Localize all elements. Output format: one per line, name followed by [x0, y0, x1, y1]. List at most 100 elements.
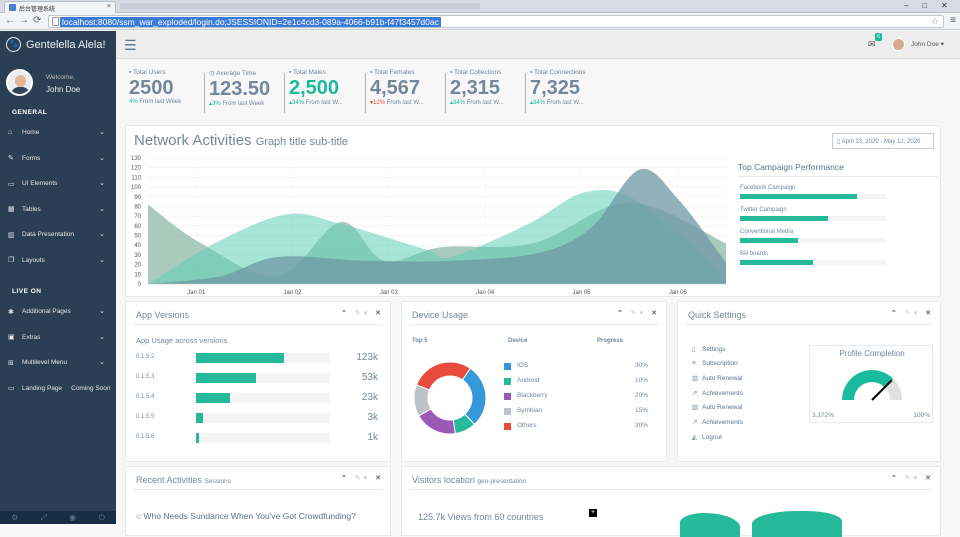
- top-navigation: ☰ ✉ 6 John Doe ▾: [116, 31, 960, 59]
- sidebar-item-landing-page[interactable]: ▭ Landing Page Coming Soon: [0, 376, 116, 402]
- close-window-icon[interactable]: ✕: [941, 1, 948, 10]
- quick-setting-auto-renewal[interactable]: ▥ Auto Renewal: [692, 374, 742, 382]
- campaign-progress: [740, 216, 886, 221]
- maximize-icon[interactable]: □: [922, 1, 927, 10]
- sidebar-item-tables[interactable]: ▦ Tables ⌄: [0, 197, 116, 223]
- sidebar-item-layouts[interactable]: ❐ Layouts ⌄: [0, 248, 116, 274]
- envelope-icon[interactable]: ✉: [868, 39, 876, 50]
- profile-completion: Profile Completion 3,172% 100%: [809, 345, 933, 423]
- stat-sub-text: From last Week: [139, 99, 182, 105]
- quick-settings-panel: Quick Settings ⌃ ✎▾ ✕ Profile Completion…: [677, 301, 941, 462]
- device-name: Others: [517, 422, 537, 429]
- sidebar-item-ui-elements[interactable]: ▭ UI Elements ⌄: [0, 171, 116, 197]
- campaign-row: Facebook Campaign: [740, 185, 938, 199]
- quick-setting-achievements[interactable]: ↗ Achievements: [692, 418, 743, 426]
- activity-item[interactable]: ○ Who Needs Sundance When You've Got Cro…: [136, 511, 356, 521]
- collapse-icon[interactable]: ⌃: [891, 310, 900, 317]
- browser-tab[interactable]: 后台管理系统 ×: [4, 1, 116, 13]
- version-progress: [196, 393, 330, 403]
- close-icon[interactable]: ✕: [375, 310, 384, 317]
- sidebar-item-label: Additional Pages: [22, 308, 71, 316]
- stat-tile: ▪ Total Collections 2,315 ▴34% From last W…: [450, 69, 530, 117]
- close-icon[interactable]: ✕: [925, 475, 934, 482]
- network-chart: 0 10 20 30 40 50 60 70 80 90 100 110 120 130 Jan 01 Jan…: [131, 156, 726, 296]
- legend-square-icon: [504, 363, 511, 370]
- wrench-icon[interactable]: ✎▾: [355, 475, 370, 482]
- stat-sub: ▾12% From last W...: [370, 99, 450, 106]
- sitemap-icon: ⊞: [8, 359, 14, 367]
- collapse-icon[interactable]: ⌃: [341, 310, 350, 317]
- stat-label-text: Total Males: [293, 69, 326, 76]
- brand[interactable]: 🐾 Gentelella Alela!: [0, 31, 116, 58]
- zoom-in-icon[interactable]: +: [589, 509, 597, 517]
- wrench-icon[interactable]: ✎▾: [631, 310, 646, 317]
- forward-icon[interactable]: →: [19, 15, 29, 26]
- y-tick-label: 110: [131, 175, 141, 181]
- close-icon[interactable]: ✕: [925, 310, 934, 317]
- sidebar-item-multilevel-menu[interactable]: ⊞ Multilevel Menu ⌄: [0, 350, 116, 376]
- wrench-icon[interactable]: ✎▾: [905, 475, 920, 482]
- back-icon[interactable]: ←: [5, 15, 15, 26]
- address-bar[interactable]: localhost:8080/ssm_war_exploded/login.do…: [48, 15, 944, 28]
- chevron-down-icon: ⌄: [99, 359, 105, 366]
- app-versions-subtitle: App Usage across versions: [136, 336, 228, 345]
- stat-divider: [204, 73, 205, 113]
- power-icon[interactable]: ⏻: [98, 513, 104, 523]
- app-versions-title: App Versions: [136, 310, 190, 320]
- campaign-title: Top Campaign Performance: [738, 162, 938, 177]
- wrench-icon[interactable]: ✎▾: [905, 310, 920, 317]
- stat-pct: ▴34%: [530, 100, 545, 106]
- progress-column-header: Progress: [597, 338, 624, 344]
- campaign-progress: [740, 194, 886, 199]
- fullscreen-icon[interactable]: ⤢: [41, 513, 47, 523]
- reload-icon[interactable]: ⟳: [33, 15, 41, 26]
- wrench-icon[interactable]: ✎▾: [355, 310, 370, 317]
- quick-setting-achievements[interactable]: ↗ Achievements: [692, 389, 743, 397]
- campaign-progress-fill: [740, 216, 828, 221]
- laptop-icon: ▭: [8, 385, 15, 393]
- chevron-down-icon: ⌄: [99, 129, 105, 136]
- calendar-icon: ▯: [837, 139, 841, 145]
- user-name: John Doe: [46, 85, 81, 94]
- collapse-icon[interactable]: ⌃: [617, 310, 626, 317]
- bars-icon: ≡: [692, 359, 696, 367]
- menu-toggle-icon[interactable]: ☰: [124, 37, 137, 54]
- quick-setting-settings[interactable]: ▯ Settings: [692, 345, 726, 353]
- device-usage-title: Device Usage: [412, 310, 469, 320]
- sidebar-item-forms[interactable]: ✎ Forms ⌄: [0, 146, 116, 172]
- sidebar-item-label: Layouts: [22, 256, 45, 264]
- visitors-subtitle: geo-presentation: [477, 478, 527, 485]
- version-label: 0.1.5.5: [136, 414, 155, 420]
- date-range-picker[interactable]: ▯ April 13, 2020 - May 12, 2020: [832, 133, 934, 149]
- stat-label: ▪ Total Connections: [530, 69, 610, 76]
- panel-tools: ⌃ ✎▾ ✕: [341, 309, 384, 317]
- quick-setting-subscription[interactable]: ≡ Subscription: [692, 360, 738, 367]
- caret-down-icon: ▾: [940, 41, 944, 48]
- eye-slash-icon[interactable]: ◉: [69, 513, 76, 522]
- settings-icon[interactable]: ⚙: [11, 513, 18, 522]
- url-text[interactable]: localhost:8080/ssm_war_exploded/login.do…: [60, 17, 441, 27]
- quick-setting-logout[interactable]: ◭ Logout: [692, 433, 722, 441]
- minimize-icon[interactable]: –: [904, 1, 908, 10]
- collapse-icon[interactable]: ⌃: [891, 475, 900, 482]
- close-icon[interactable]: ✕: [375, 475, 384, 482]
- collapse-icon[interactable]: ⌃: [341, 475, 350, 482]
- calendar-icon: ▯: [692, 346, 696, 353]
- browser-menu-icon[interactable]: ≡: [950, 15, 956, 26]
- version-progress-fill: [196, 413, 203, 423]
- tab-close-icon[interactable]: ×: [107, 3, 111, 10]
- stat-sub-text: From last W...: [305, 100, 343, 106]
- sidebar-item-home[interactable]: ⌂ Home ⌄: [0, 120, 116, 146]
- close-icon[interactable]: ✕: [651, 310, 660, 317]
- home-icon: ⌂: [8, 129, 13, 137]
- stat-tile: ▪ Total Females 4,567 ▾12% From last W...: [370, 69, 450, 117]
- sidebar-item-extras[interactable]: ▣ Extras ⌄: [0, 325, 116, 351]
- sidebar-item-additional-pages[interactable]: ✱ Additional Pages ⌄: [0, 299, 116, 325]
- bookmark-star-icon[interactable]: ☆: [931, 16, 939, 27]
- user-avatar[interactable]: [892, 38, 905, 51]
- quick-setting-label: Auto Renewal: [702, 375, 743, 383]
- version-progress: [196, 353, 330, 363]
- sidebar-item-data-presentation[interactable]: ▥ Data Presentation ⌄: [0, 222, 116, 248]
- quick-setting-auto-renewal[interactable]: ▥ Auto Renewal: [692, 403, 742, 411]
- user-dropdown[interactable]: John Doe ▾: [911, 40, 944, 48]
